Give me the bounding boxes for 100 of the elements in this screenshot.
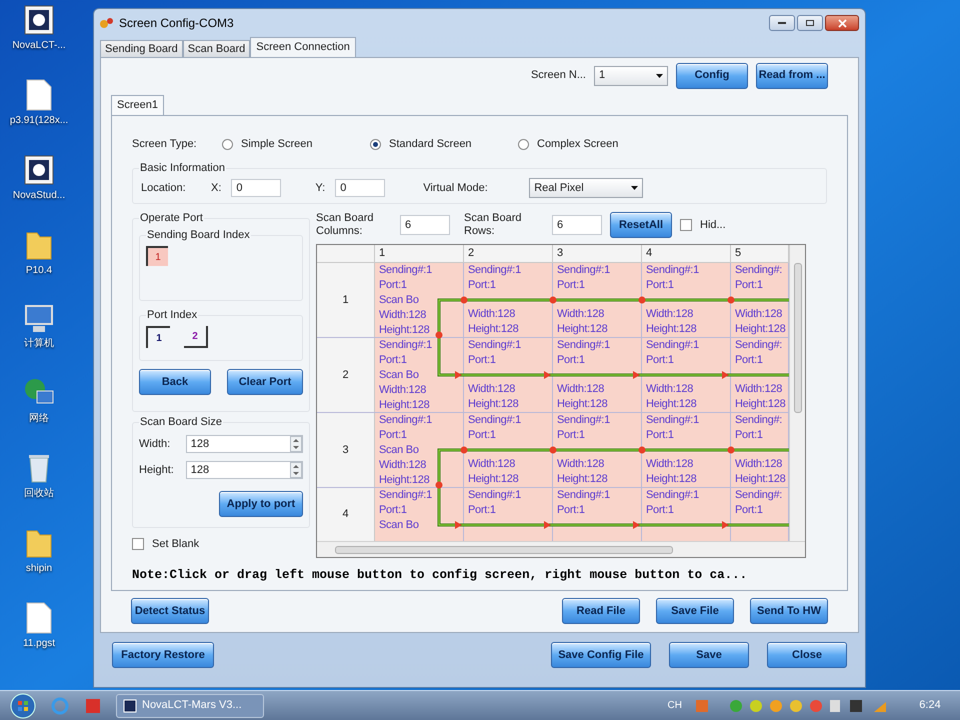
- sending-board-item[interactable]: 1: [146, 246, 168, 266]
- desktop-icon-label[interactable]: 回收站: [24, 486, 54, 501]
- application-icon: [22, 154, 55, 186]
- column-header: 2: [464, 245, 553, 262]
- action-button[interactable]: Close: [767, 642, 847, 668]
- grid-cell[interactable]: Sending#:1 Port:1: [642, 488, 731, 541]
- action-button[interactable]: Save File: [656, 598, 734, 624]
- action-button[interactable]: Save Config File: [551, 642, 651, 668]
- virtual-mode-label: Virtual Mode:: [423, 180, 489, 196]
- set-blank-label: Set Blank: [152, 537, 200, 552]
- x-field[interactable]: 0: [231, 179, 282, 197]
- grid-cell[interactable]: Sending#:1 Port:1 Width:128 Height:128: [553, 338, 642, 412]
- tab[interactable]: Sending Board: [100, 40, 183, 57]
- grid-cell[interactable]: Sending#:1 Port:1 Width:128 Height:128: [464, 338, 553, 412]
- app-icon: [100, 17, 114, 29]
- grid-cell[interactable]: Sending#:1 Port:1: [553, 488, 642, 541]
- action-button[interactable]: Send To HW: [750, 598, 828, 624]
- action-button[interactable]: Factory Restore: [112, 642, 214, 668]
- maximize-button[interactable]: [797, 15, 823, 31]
- action-button[interactable]: ResetAll: [610, 212, 672, 238]
- dropdown-caret-icon: [631, 186, 638, 190]
- height-label: Height:: [139, 462, 175, 478]
- app-icon[interactable]: [84, 696, 102, 714]
- grid-cell[interactable]: Sending#:1 Port:1 Width:128 Height:128: [553, 263, 642, 337]
- grid-cell[interactable]: Sending#:1 Port:1 Scan Bo Width:128 Height:128: [375, 263, 464, 337]
- dropdown-caret-icon: [656, 74, 663, 78]
- desktop-icon-label[interactable]: NovaStud...: [12, 188, 66, 203]
- close-button[interactable]: [825, 15, 859, 31]
- radio-button[interactable]: [222, 138, 233, 150]
- tab[interactable]: Scan Board: [182, 40, 250, 57]
- desktop-icon-label[interactable]: 11.pgst: [22, 636, 56, 651]
- radio-label: Complex Screen: [537, 136, 618, 152]
- document-icon: [26, 79, 52, 111]
- grid-cell[interactable]: Sending#:1 Port:1 Scan Bo Width:128 Height:128: [375, 338, 464, 412]
- grid-cell[interactable]: Sending#:1 Port:1 Scan Bo Width:128 Height:128: [375, 413, 464, 487]
- clock: 6:24: [918, 698, 942, 714]
- spinner-arrows-icon[interactable]: [290, 462, 302, 478]
- grid-cell[interactable]: Sending#:1 Port:1 Width:128 Height:128: [464, 413, 553, 487]
- screen-number-dropdown[interactable]: 1: [594, 66, 668, 86]
- desktop-icon-label[interactable]: p3.91(128x...: [10, 113, 68, 128]
- action-button[interactable]: Back: [139, 369, 211, 395]
- virtual-mode-dropdown[interactable]: Real Pixel: [529, 178, 644, 198]
- port-item[interactable]: 1: [146, 326, 170, 348]
- columns-field[interactable]: 6: [400, 215, 450, 235]
- window-title: Screen Config-COM3: [119, 15, 234, 32]
- tab[interactable]: Screen Connection: [250, 37, 356, 57]
- radio-button[interactable]: [370, 138, 381, 150]
- minimize-button[interactable]: [769, 15, 795, 31]
- column-header: 4: [642, 245, 731, 262]
- spinner-arrows-icon[interactable]: [290, 436, 302, 452]
- action-button[interactable]: Detect Status: [131, 598, 209, 624]
- grid-cell[interactable]: Sending#:1 Port:1 Width:128 Height:128: [642, 263, 731, 337]
- action-button[interactable]: Clear Port: [227, 369, 303, 395]
- grid-cell[interactable]: Sending#:1 Port:1 Scan Bo: [375, 488, 464, 541]
- computer-icon: [23, 304, 55, 334]
- desktop-icon-label[interactable]: shipin: [26, 561, 52, 576]
- grid-cell[interactable]: Sending#: Port:1 Width:128 Height:128: [731, 263, 789, 337]
- checkbox[interactable]: [680, 219, 692, 231]
- desktop-icon-label[interactable]: P10.4: [26, 263, 52, 278]
- row-header: 4: [317, 488, 375, 541]
- y-field[interactable]: 0: [335, 179, 386, 197]
- grid-cell[interactable]: Sending#:1 Port:1: [464, 488, 553, 541]
- radio-label: Simple Screen: [241, 136, 313, 152]
- grid-cell[interactable]: Sending#:1 Port:1 Width:128 Height:128: [464, 263, 553, 337]
- spin-field[interactable]: 128: [186, 461, 303, 479]
- action-button[interactable]: Apply to port: [219, 491, 303, 517]
- grid-cell[interactable]: Sending#:1 Port:1 Width:128 Height:128: [642, 413, 731, 487]
- action-button[interactable]: Save: [669, 642, 749, 668]
- grid-cell[interactable]: Sending#:1 Port:1 Width:128 Height:128: [642, 338, 731, 412]
- row-header: 3: [317, 413, 375, 487]
- action-button[interactable]: Read File: [562, 598, 640, 624]
- horizontal-scrollbar[interactable]: [317, 541, 805, 557]
- radio-button[interactable]: [518, 138, 529, 150]
- width-label: Width:: [139, 436, 172, 452]
- close-icon: [838, 18, 846, 28]
- action-button[interactable]: Read from ...: [756, 62, 828, 89]
- column-header: 1: [375, 245, 464, 262]
- desktop-icon-label[interactable]: 计算机: [24, 336, 54, 351]
- checkbox[interactable]: [132, 538, 144, 550]
- taskbar-button[interactable]: NovaLCT-Mars V3...: [116, 694, 264, 718]
- group-title: Operate Port: [139, 211, 204, 225]
- spin-field[interactable]: 128: [186, 435, 303, 453]
- vertical-scrollbar[interactable]: [789, 245, 805, 541]
- language-indicator[interactable]: CH: [668, 698, 682, 713]
- grid-cell[interactable]: Sending#:1 Port:1 Width:128 Height:128: [553, 413, 642, 487]
- start-button-icon[interactable]: [10, 692, 36, 718]
- hide-label: Hid...: [700, 218, 726, 233]
- screen-type-label: Screen Type:: [132, 136, 198, 152]
- desktop-icon-label[interactable]: 网络: [29, 411, 49, 426]
- desktop-icon-label[interactable]: NovaLCT-...: [12, 38, 66, 53]
- action-button[interactable]: Config: [676, 62, 748, 89]
- screen-tab[interactable]: Screen1: [111, 95, 164, 115]
- rows-label: Scan Board Rows:: [464, 212, 522, 238]
- port-item[interactable]: 2: [184, 326, 208, 348]
- grid-cell[interactable]: Sending#: Port:1 Width:128 Height:128: [731, 338, 789, 412]
- grid-cell[interactable]: Sending#: Port:1: [731, 488, 789, 541]
- columns-label: Scan Board Columns:: [316, 212, 374, 238]
- grid-cell[interactable]: Sending#: Port:1 Width:128 Height:128: [731, 413, 789, 487]
- rows-field[interactable]: 6: [552, 215, 602, 235]
- group-title: Sending Board Index: [146, 228, 251, 242]
